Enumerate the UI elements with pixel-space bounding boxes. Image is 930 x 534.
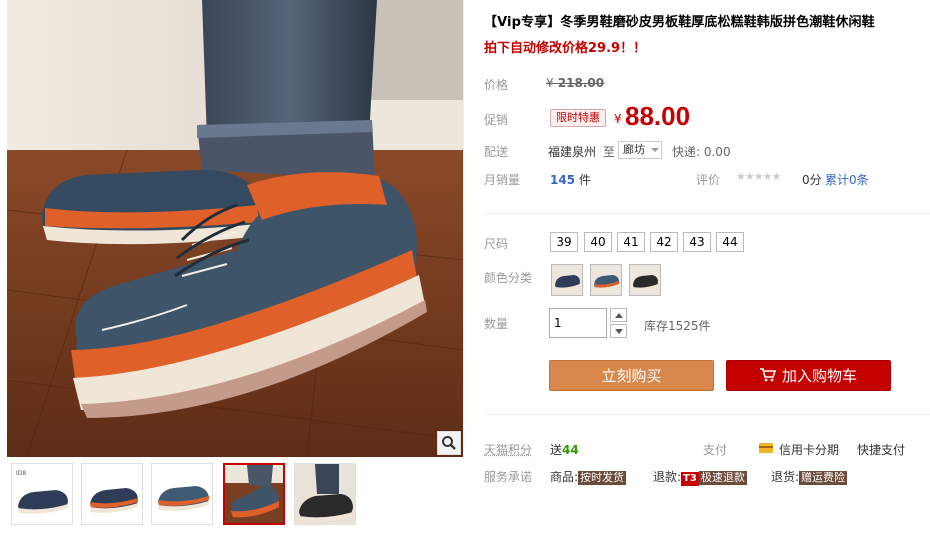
thumbnail-strip: ID8: [11, 463, 461, 529]
size-option-41[interactable]: 41: [617, 232, 645, 252]
original-price: ¥ 218.00: [546, 76, 604, 90]
monthly-sales-count: 145: [550, 173, 576, 187]
rating-label: 评价: [696, 173, 721, 187]
service-refund: 退款: T3 极速退款: [653, 468, 747, 486]
quantity-decrease-button[interactable]: [610, 324, 627, 338]
destination-select[interactable]: 廊坊: [618, 141, 662, 159]
add-to-cart-label: 加入购物车: [781, 367, 857, 385]
on-time-shipping-badge[interactable]: 按时发货: [578, 471, 627, 485]
promo-tag: 限时特惠: [550, 109, 606, 127]
thumbnail-4[interactable]: [223, 463, 285, 525]
promo-currency: ¥: [614, 112, 622, 126]
quantity-increase-button[interactable]: [610, 308, 627, 322]
monthly-sales-label: 月销量: [484, 173, 521, 187]
cart-icon: [759, 368, 776, 382]
service-return: 退货: 赠运费险: [771, 468, 848, 485]
installment-link[interactable]: 信用卡分期: [779, 441, 839, 458]
size-option-39[interactable]: 39: [550, 232, 578, 252]
monthly-sales: 145 件: [550, 171, 591, 188]
size-label: 尺码: [484, 237, 509, 251]
color-swatch-1[interactable]: [551, 264, 583, 296]
service-return-prefix: 退货:: [771, 470, 800, 484]
quantity-label: 数量: [484, 317, 509, 331]
chevron-down-icon: [651, 148, 659, 152]
points-prefix: 送: [550, 443, 563, 457]
main-product-image[interactable]: [7, 0, 464, 457]
ship-to-word: 至: [603, 145, 616, 159]
buy-now-button[interactable]: 立刻购买: [549, 360, 714, 391]
review-count-link[interactable]: 累计0条: [825, 171, 869, 188]
product-title: 【Vip专享】冬季男鞋磨砂皮男板鞋厚底松糕鞋韩版拼色潮鞋休闲鞋: [484, 15, 875, 30]
service-goods-prefix: 商品:: [550, 470, 579, 484]
rating-stars-icon: ★★★★★: [736, 170, 781, 183]
price-label: 价格: [484, 78, 509, 92]
original-price-currency: ¥: [546, 76, 554, 90]
points-amount: 44: [562, 443, 579, 457]
svg-text:ID8: ID8: [16, 470, 26, 477]
size-option-43[interactable]: 43: [683, 232, 711, 252]
thumbnail-5[interactable]: [294, 463, 356, 525]
size-option-42[interactable]: 42: [650, 232, 678, 252]
thumbnail-3[interactable]: [151, 463, 213, 525]
chevron-up-icon: [614, 312, 623, 318]
service-label: 服务承诺: [484, 470, 533, 484]
color-swatch-2[interactable]: [590, 264, 622, 296]
color-label: 颜色分类: [484, 271, 533, 285]
promo-label: 促销: [484, 113, 509, 127]
quantity-input[interactable]: [549, 308, 607, 338]
original-price-value: 218.00: [557, 76, 605, 90]
rating-score: 0分: [802, 173, 822, 187]
quickpay-link[interactable]: 快捷支付: [857, 441, 905, 458]
add-to-cart-button[interactable]: 加入购物车: [726, 360, 891, 391]
shipping-label: 配送: [484, 145, 509, 159]
service-refund-prefix: 退款:: [653, 470, 682, 484]
payment-label: 支付: [703, 443, 728, 457]
thumbnail-2[interactable]: [81, 463, 143, 525]
shipping-insurance-badge[interactable]: 赠运费险: [799, 471, 848, 485]
zoom-icon[interactable]: [437, 431, 461, 455]
divider: [484, 414, 930, 415]
service-goods: 商品: 按时发货: [550, 468, 627, 485]
points-label[interactable]: 天猫积分: [484, 441, 532, 458]
credit-card-icon: [759, 443, 773, 453]
color-swatch-3[interactable]: [629, 264, 661, 296]
thumbnail-1[interactable]: ID8: [11, 463, 73, 525]
product-photo: [7, 0, 463, 457]
divider: [484, 213, 930, 214]
chevron-down-icon: [614, 328, 623, 334]
monthly-sales-unit: 件: [578, 173, 591, 187]
product-subtitle: 拍下自动修改价格29.9！！: [484, 41, 647, 56]
ship-from: 福建泉州: [548, 145, 597, 159]
product-detail-panel: 【Vip专享】冬季男鞋磨砂皮男板鞋厚底松糕鞋韩版拼色潮鞋休闲鞋 拍下自动修改价格…: [484, 0, 930, 534]
shipping-fee: 快递: 0.00: [672, 145, 731, 159]
size-option-40[interactable]: 40: [584, 232, 612, 252]
size-option-44[interactable]: 44: [716, 232, 744, 252]
fast-refund-badge[interactable]: 极速退款: [698, 471, 747, 485]
t3-badge: T3: [681, 472, 699, 486]
points-value: 送44: [550, 441, 579, 458]
destination-value: 廊坊: [623, 143, 645, 156]
stock-count: 库存1525件: [644, 319, 711, 333]
promo-price: 88.00: [625, 101, 691, 131]
